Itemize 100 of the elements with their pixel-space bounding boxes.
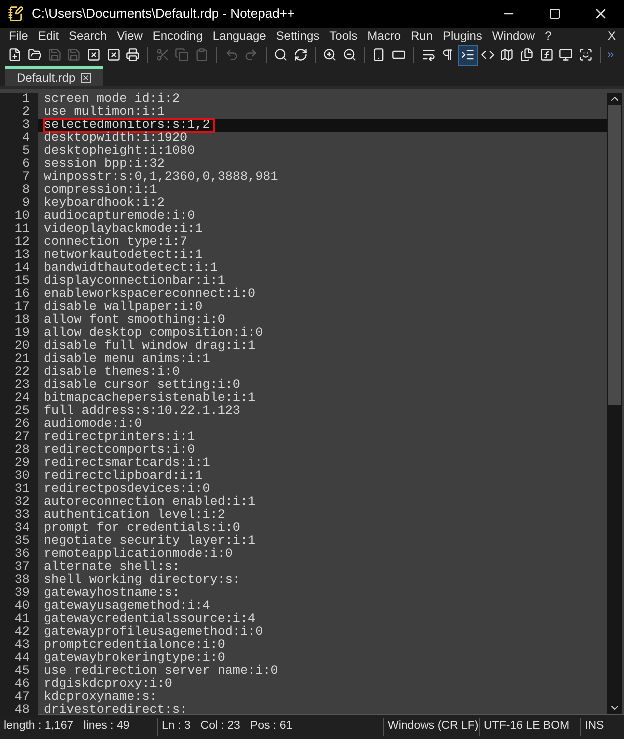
code-line: selectedmonitors:s:1,2 <box>44 119 214 132</box>
code-line: displayconnectionbar:i:1 <box>44 275 226 288</box>
code-line: disable wallpaper:i:0 <box>44 301 203 314</box>
line-number: 27 <box>0 431 38 444</box>
line-number: 37 <box>0 561 38 574</box>
status-text: Col : 23 <box>200 719 240 734</box>
status-text: Windows (CR LF) <box>388 719 479 734</box>
line-number: 13 <box>0 249 38 262</box>
line-number: 1 <box>0 93 38 106</box>
code-line: bitmapcachepersistenable:i:1 <box>44 392 256 405</box>
line-number: 17 <box>0 301 38 314</box>
code-line: disable themes:i:0 <box>44 366 180 379</box>
replace-icon[interactable] <box>294 48 308 62</box>
new-file-icon[interactable] <box>8 48 22 62</box>
line-number: 43 <box>0 639 38 652</box>
line-number: 45 <box>0 665 38 678</box>
menu-item[interactable]: Tools <box>324 27 363 45</box>
status-text: INS <box>585 719 604 734</box>
menu-item[interactable]: Plugins <box>438 27 488 45</box>
code-line: redirectcomports:i:0 <box>44 444 196 457</box>
code-line: keyboardhook:i:2 <box>44 197 165 210</box>
menu-item[interactable]: ? <box>540 27 557 45</box>
line-number: 8 <box>0 184 38 197</box>
code-line: desktopwidth:i:1920 <box>44 132 188 145</box>
folder-icon[interactable] <box>28 48 42 62</box>
code-line: desktopheight:i:1080 <box>44 145 196 158</box>
search-icon[interactable] <box>274 48 288 62</box>
menu-item[interactable]: Edit <box>33 27 64 45</box>
code-line: gatewayusagemethod:i:4 <box>44 600 210 613</box>
menu-item[interactable]: Settings <box>271 27 325 45</box>
code-line: redirectprinters:i:1 <box>44 431 196 444</box>
code-line: authentication level:i:2 <box>44 509 226 522</box>
line-number: 10 <box>0 210 38 223</box>
line-number: 9 <box>0 197 38 210</box>
map-icon[interactable] <box>500 48 514 62</box>
code-line: videoplaybackmode:i:1 <box>44 223 203 236</box>
more-icon[interactable] <box>606 50 616 60</box>
code-line: negotiate security layer:i:1 <box>44 535 256 548</box>
line-number: 35 <box>0 535 38 548</box>
code-line: redirectclipboard:i:1 <box>44 470 203 483</box>
line-number: 32 <box>0 496 38 509</box>
code-line: gatewaybrokeringtype:i:0 <box>44 652 226 665</box>
line-number: 15 <box>0 275 38 288</box>
menu-item[interactable]: Language <box>208 27 272 45</box>
line-number: 4 <box>0 132 38 145</box>
line-number: 47 <box>0 691 38 704</box>
indent-guide-icon[interactable] <box>461 48 476 62</box>
window-title: C:\Users\Documents\Default.rdp - Notepad++ <box>32 5 296 24</box>
menu-item[interactable]: Window <box>487 27 540 45</box>
code-line: compression:i:1 <box>44 184 158 197</box>
close-all-icon[interactable] <box>106 48 121 62</box>
code-line: allow desktop composition:i:0 <box>44 327 264 340</box>
tab-close-icon[interactable] <box>80 72 91 82</box>
monitor-icon[interactable] <box>559 48 574 62</box>
line-number: 24 <box>0 392 38 405</box>
line-number: 11 <box>0 223 38 236</box>
horizontal-sync-icon[interactable] <box>392 48 406 62</box>
pilcrow-icon[interactable] <box>441 48 456 62</box>
line-number: 18 <box>0 314 38 327</box>
close-document-button[interactable]: X <box>608 27 624 45</box>
menu-item[interactable]: Search <box>64 27 112 45</box>
menu-item[interactable]: View <box>112 27 148 45</box>
code-line: allow font smoothing:i:0 <box>44 314 226 327</box>
code-line: redirectposdevices:i:0 <box>44 483 210 496</box>
printer-icon[interactable] <box>126 48 140 62</box>
line-number: 21 <box>0 353 38 366</box>
scrollbar[interactable] <box>607 93 622 714</box>
code-line: shell working directory:s: <box>44 574 240 587</box>
menu-item[interactable]: File <box>4 27 34 45</box>
code-line: disable full window drag:i:1 <box>44 340 256 353</box>
close-icon[interactable] <box>86 48 101 62</box>
code-line: audiocapturemode:i:0 <box>44 210 196 223</box>
line-number: 25 <box>0 405 38 418</box>
line-number: 34 <box>0 522 38 535</box>
line-number: 33 <box>0 509 38 522</box>
line-number: 46 <box>0 678 38 691</box>
line-number: 16 <box>0 288 38 301</box>
word-wrap-icon[interactable] <box>422 48 436 62</box>
line-number: 19 <box>0 327 38 340</box>
code-icon[interactable] <box>480 48 495 62</box>
zoom-in-icon[interactable] <box>323 48 338 62</box>
code-line: prompt for credentials:i:0 <box>44 522 240 535</box>
menu-item[interactable]: Macro <box>362 27 406 45</box>
code-line: connection type:i:7 <box>44 236 188 249</box>
zoom-out-icon[interactable] <box>342 48 357 62</box>
code-line: drivestoredirect:s: <box>44 704 188 717</box>
line-number: 3 <box>0 119 38 132</box>
line-number: 22 <box>0 366 38 379</box>
menu-item[interactable]: Run <box>406 27 438 45</box>
documents-icon[interactable] <box>520 48 534 62</box>
code-line: session bpp:i:32 <box>44 158 165 171</box>
line-number: 41 <box>0 613 38 626</box>
line-number: 48 <box>0 704 38 717</box>
notepad-icon <box>8 6 24 22</box>
menu-item[interactable]: Encoding <box>148 27 208 45</box>
function-icon[interactable] <box>540 48 554 62</box>
code-line: audiomode:i:0 <box>44 418 142 431</box>
vertical-sync-icon[interactable] <box>372 48 386 62</box>
line-number: 14 <box>0 262 38 275</box>
file-tab[interactable]: Default.rdp <box>5 66 103 86</box>
